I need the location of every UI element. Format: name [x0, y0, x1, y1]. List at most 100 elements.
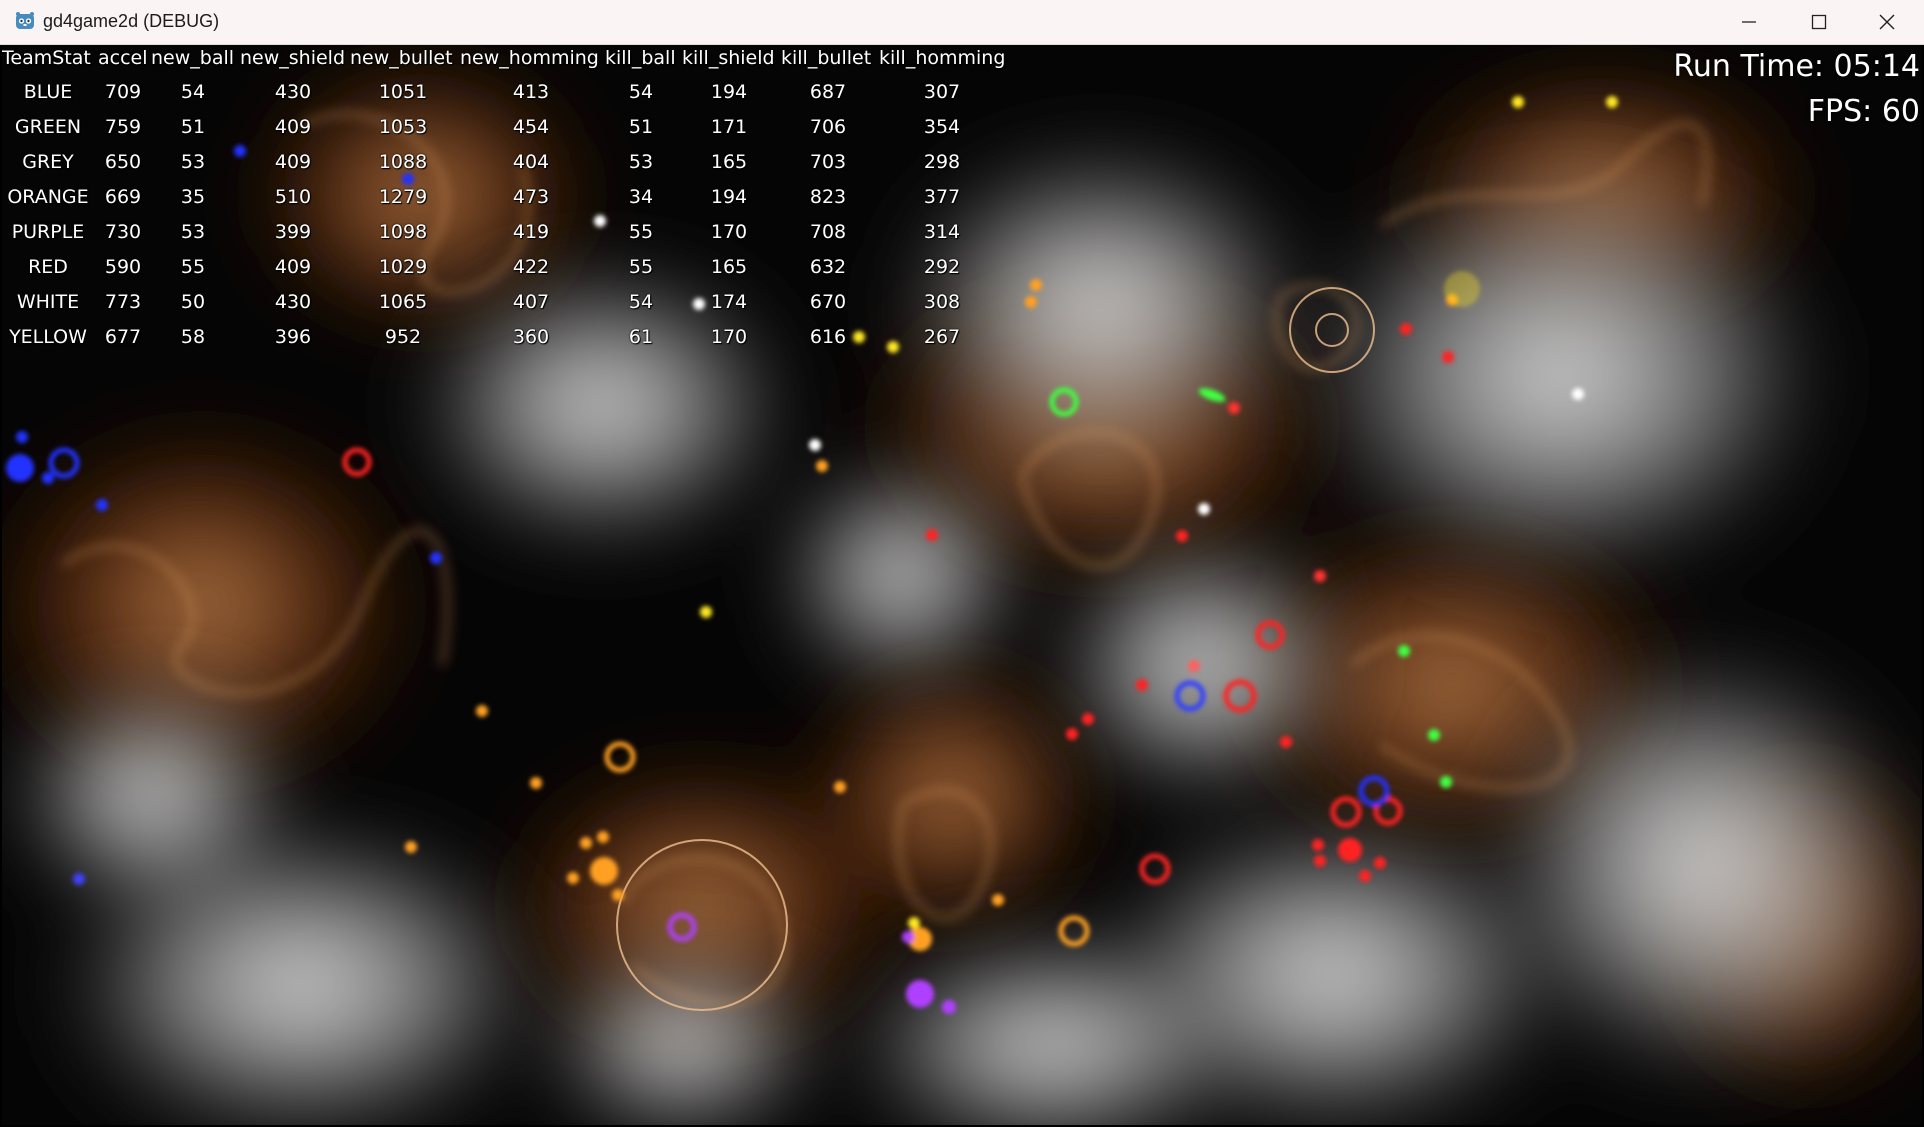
stat-header-new-homming: new_homming [460, 47, 599, 69]
stat-header-kill-homming: kill_homming [879, 47, 1006, 69]
close-icon [1879, 14, 1895, 30]
stat-value-cell: 952 [384, 326, 422, 348]
minimize-icon [1742, 21, 1756, 23]
stat-value-cell: 730 [104, 221, 142, 243]
stat-value-cell: 632 [809, 256, 847, 278]
team-name-cell: PURPLE [11, 221, 85, 243]
stat-value-cell: 194 [710, 186, 748, 208]
stat-value-cell: 298 [923, 151, 961, 173]
stat-value-cell: 823 [809, 186, 847, 208]
fps-label: FPS: 60 [1807, 94, 1920, 129]
stat-value-cell: 55 [628, 221, 654, 243]
team-name-cell: RED [28, 256, 68, 278]
stat-header-teamstat: TeamStat [2, 47, 91, 69]
run-time-label: Run Time: 05:14 [1673, 49, 1920, 84]
stat-value-cell: 670 [809, 291, 847, 313]
stat-value-cell: 165 [710, 151, 748, 173]
stat-value-cell: 34 [628, 186, 654, 208]
stat-value-cell: 170 [710, 221, 748, 243]
stat-value-cell: 413 [512, 81, 550, 103]
stat-value-cell: 174 [710, 291, 748, 313]
stat-value-cell: 314 [923, 221, 961, 243]
stat-value-cell: 51 [180, 116, 206, 138]
stat-value-cell: 706 [809, 116, 847, 138]
godot-app-icon [16, 12, 34, 29]
window-title: gd4game2d (DEBUG) [43, 11, 220, 31]
stat-value-cell: 54 [628, 81, 654, 103]
maximize-button[interactable] [1784, 0, 1854, 44]
stat-value-cell: 422 [512, 256, 550, 278]
stat-value-cell: 409 [274, 151, 312, 173]
stat-value-cell: 1065 [378, 291, 428, 313]
stat-value-cell: 165 [710, 256, 748, 278]
stat-value-cell: 55 [628, 256, 654, 278]
stat-value-cell: 669 [104, 186, 142, 208]
stat-value-cell: 54 [628, 291, 654, 313]
stat-value-cell: 377 [923, 186, 961, 208]
stat-value-cell: 473 [512, 186, 550, 208]
stat-value-cell: 419 [512, 221, 550, 243]
stat-value-cell: 590 [104, 256, 142, 278]
stat-value-cell: 708 [809, 221, 847, 243]
game-window: gd4game2d (DEBUG) TeamStat accel new_bal… [0, 0, 1924, 1127]
stat-value-cell: 54 [180, 81, 206, 103]
stat-value-cell: 307 [923, 81, 961, 103]
stat-value-cell: 677 [104, 326, 142, 348]
stat-header-kill-bullet: kill_bullet [781, 47, 872, 69]
stat-value-cell: 194 [710, 81, 748, 103]
stat-header-new-ball: new_ball [151, 47, 235, 69]
stat-value-cell: 616 [809, 326, 847, 348]
stat-value-cell: 354 [923, 116, 961, 138]
team-name-cell: GREY [22, 151, 74, 173]
stat-value-cell: 404 [512, 151, 550, 173]
stat-value-cell: 650 [104, 151, 142, 173]
stat-value-cell: 1053 [378, 116, 428, 138]
stat-value-cell: 50 [180, 291, 206, 313]
stat-header-accel: accel [98, 47, 148, 69]
stat-value-cell: 409 [274, 256, 312, 278]
stat-value-cell: 1051 [378, 81, 428, 103]
stat-value-cell: 409 [274, 116, 312, 138]
close-button[interactable] [1852, 0, 1922, 44]
stat-value-cell: 58 [180, 326, 206, 348]
minimize-button[interactable] [1714, 0, 1784, 44]
stat-value-cell: 53 [628, 151, 654, 173]
stat-value-cell: 292 [923, 256, 961, 278]
stat-value-cell: 510 [274, 186, 312, 208]
stat-value-cell: 308 [923, 291, 961, 313]
stat-value-cell: 61 [628, 326, 654, 348]
team-name-cell: BLUE [23, 81, 73, 103]
stat-value-cell: 55 [180, 256, 206, 278]
team-name-cell: WHITE [16, 291, 80, 313]
stat-value-cell: 170 [710, 326, 748, 348]
stat-value-cell: 399 [274, 221, 312, 243]
stat-value-cell: 759 [104, 116, 142, 138]
team-name-cell: GREEN [14, 116, 82, 138]
stat-value-cell: 703 [809, 151, 847, 173]
team-name-cell: ORANGE [7, 186, 89, 208]
stat-header-new-shield: new_shield [240, 47, 346, 69]
stat-value-cell: 51 [628, 116, 654, 138]
team-name-cell: YELLOW [9, 326, 87, 348]
stat-value-cell: 53 [180, 151, 206, 173]
stat-value-cell: 360 [512, 326, 550, 348]
stat-value-cell: 267 [923, 326, 961, 348]
stat-value-cell: 773 [104, 291, 142, 313]
maximize-icon [1811, 14, 1827, 30]
stat-value-cell: 53 [180, 221, 206, 243]
stat-header-kill-shield: kill_shield [682, 47, 775, 69]
stat-value-cell: 1279 [378, 186, 428, 208]
stat-value-cell: 1088 [378, 151, 428, 173]
stat-value-cell: 430 [274, 291, 312, 313]
game-viewport[interactable]: TeamStat accel new_ball new_shield new_b… [2, 45, 1922, 1125]
stat-value-cell: 407 [512, 291, 550, 313]
stat-value-cell: 430 [274, 81, 312, 103]
stat-value-cell: 709 [104, 81, 142, 103]
stat-value-cell: 1098 [378, 221, 428, 243]
stat-value-cell: 687 [809, 81, 847, 103]
stat-header-kill-ball: kill_ball [605, 47, 676, 69]
stat-value-cell: 1029 [378, 256, 428, 278]
title-bar[interactable]: gd4game2d (DEBUG) [0, 0, 1924, 45]
stat-value-cell: 35 [180, 186, 206, 208]
stat-value-cell: 396 [274, 326, 312, 348]
